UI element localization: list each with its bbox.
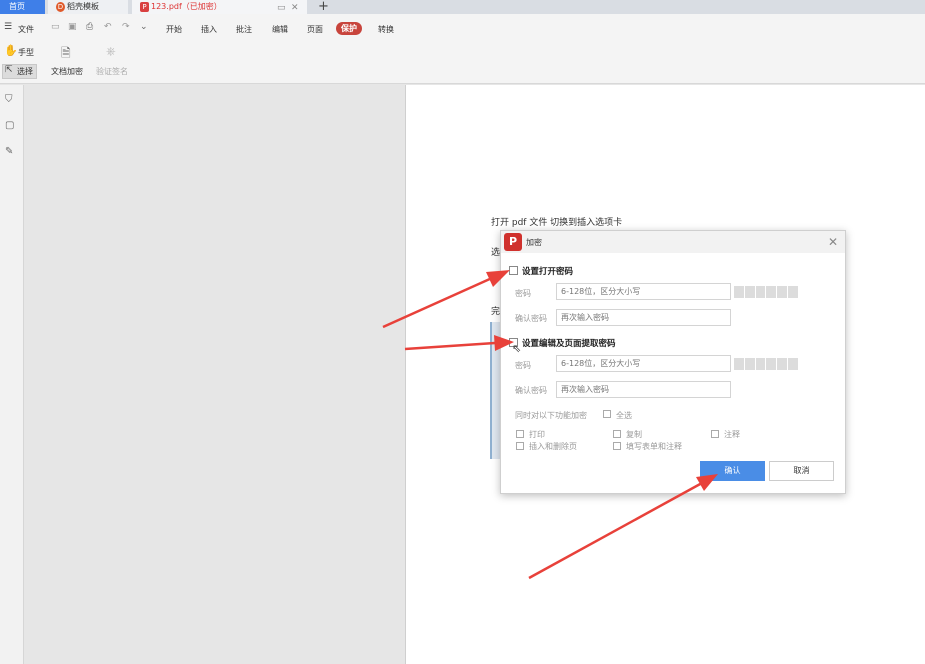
close-icon[interactable]: ✕ [828, 235, 838, 249]
signature-icon[interactable]: ✎ [5, 146, 13, 157]
menu-page[interactable]: 页面 [307, 24, 323, 35]
fill-forms-label: 填写表单和注释 [626, 442, 682, 451]
doc-screenshot-image [490, 322, 500, 459]
pdf-file-icon: P [140, 2, 149, 12]
print-icon[interactable]: ⎙ [86, 22, 93, 32]
menu-edit[interactable]: 编辑 [272, 24, 288, 35]
print-option-label: 打印 [529, 430, 545, 439]
copy-checkbox[interactable] [613, 430, 621, 438]
fill-forms-checkbox[interactable] [613, 442, 621, 450]
select-all-label: 全选 [616, 411, 632, 420]
edit-confirm-input[interactable] [556, 381, 731, 398]
close-tab-icon[interactable]: ✕ [291, 1, 299, 15]
pin-window-icon[interactable]: ▭ [277, 1, 286, 15]
thumbnail-icon[interactable]: ▢ [5, 120, 14, 131]
tab-home-label: 首页 [9, 2, 25, 11]
ribbon-protect: ✋ 手型 ⇱ 选择 🗎 文档加密 ⎈ 验证签名 [0, 44, 925, 84]
edit-password-input[interactable] [556, 355, 731, 372]
pdf-logo-icon: P [504, 233, 522, 251]
file-menu[interactable]: 文件 [18, 24, 34, 35]
edit-confirm-label: 确认密码 [515, 386, 547, 395]
insert-delete-pages-checkbox[interactable] [516, 442, 524, 450]
cancel-button[interactable]: 取消 [769, 461, 834, 481]
dialog-title: 加密 [526, 238, 542, 247]
verify-signature-icon: ⎈ [106, 44, 116, 58]
hand-tool-button[interactable]: 手型 [18, 47, 34, 58]
menu-start[interactable]: 开始 [166, 24, 182, 35]
open-confirm-label: 确认密码 [515, 314, 547, 323]
tab-bar: 首页 D 稻壳模板 P 123.pdf（已加密） ▭ ✕ + [0, 0, 925, 14]
quick-access-dropdown-icon[interactable]: ⌄ [140, 22, 148, 32]
hand-tool-icon: ✋ [4, 44, 18, 57]
open-password-label: 密码 [515, 289, 531, 298]
print-checkbox[interactable] [516, 430, 524, 438]
encrypt-dialog: P 加密 ✕ 设置打开密码 密码 确认密码 设置编辑及页面提取密码 密码 确认密… [500, 230, 846, 494]
redo-icon[interactable]: ↷ [122, 22, 130, 32]
doc-text-line-1: 打开 pdf 文件 切换到插入选项卡 [491, 218, 623, 228]
open-confirm-input[interactable] [556, 309, 731, 326]
undo-icon[interactable]: ↶ [104, 22, 112, 32]
new-tab-icon[interactable]: + [318, 0, 329, 14]
menu-protect[interactable]: 保护 [336, 22, 362, 35]
insert-delete-pages-label: 插入和删除页 [529, 442, 577, 451]
save-icon[interactable]: ▣ [68, 22, 77, 32]
cursor-icon: ⇱ [5, 65, 13, 75]
menu-annotate[interactable]: 批注 [236, 24, 252, 35]
bookmark-icon[interactable]: ⛉ [5, 94, 13, 105]
document-encrypt-button[interactable]: 文档加密 [51, 66, 83, 77]
tab-templates[interactable]: D 稻壳模板 [48, 0, 128, 14]
edit-password-section-label: 设置编辑及页面提取密码 [522, 339, 616, 349]
open-password-input[interactable] [556, 283, 731, 300]
document-encrypt-icon: 🗎 [61, 46, 71, 60]
tab-templates-label: 稻壳模板 [67, 2, 99, 11]
verify-signature-button[interactable]: 验证签名 [96, 66, 128, 77]
select-all-checkbox[interactable] [603, 410, 611, 418]
edit-password-label: 密码 [515, 361, 531, 370]
docer-icon: D [56, 2, 65, 12]
workspace-background [25, 85, 405, 664]
mouse-cursor-icon: ⇖ [512, 342, 522, 355]
menu-bar: ☰ 文件 ▭ ▣ ⎙ ↶ ↷ ⌄ 开始 插入 批注 编辑 页面 保护 转换 [0, 14, 925, 44]
edit-password-strength-meter [734, 358, 798, 370]
open-folder-icon[interactable]: ▭ [51, 22, 60, 32]
open-password-section-label: 设置打开密码 [522, 267, 574, 277]
copy-option-label: 复制 [626, 430, 642, 439]
tab-pdf-file[interactable]: P 123.pdf（已加密） ▭ ✕ [132, 0, 307, 14]
also-encrypt-label: 同时对以下功能加密 [515, 411, 587, 420]
menu-convert[interactable]: 转换 [378, 24, 394, 35]
left-sidebar: ⛉ ▢ ✎ [0, 85, 24, 664]
hamburger-menu-icon[interactable]: ☰ [4, 22, 12, 32]
annotate-checkbox[interactable] [711, 430, 719, 438]
annotate-option-label: 注释 [724, 430, 740, 439]
dialog-header: P 加密 ✕ [501, 231, 845, 253]
menu-insert[interactable]: 插入 [201, 24, 217, 35]
confirm-button[interactable]: 确认 [700, 461, 765, 481]
doc-text-line-2: 选 [491, 248, 501, 258]
select-tool-label: 选择 [17, 67, 33, 76]
tab-pdf-label: 123.pdf（已加密） [151, 2, 222, 11]
select-tool-button[interactable]: ⇱ 选择 [2, 64, 37, 79]
password-strength-meter [734, 286, 798, 298]
open-password-checkbox[interactable] [509, 266, 518, 275]
doc-text-line-3: 完 [491, 307, 501, 317]
tab-home[interactable]: 首页 [0, 0, 45, 14]
